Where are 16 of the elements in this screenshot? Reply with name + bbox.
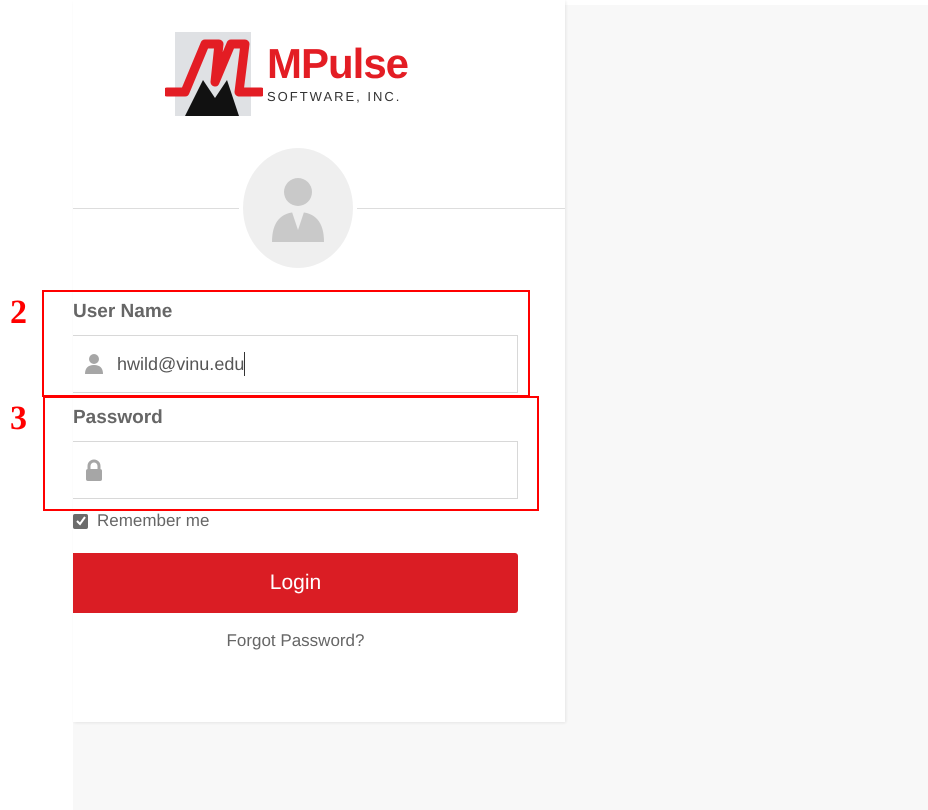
username-field[interactable]: hwild@vinu.edu	[73, 335, 518, 393]
field-label: User Name	[73, 301, 172, 323]
callout-number: 2	[10, 296, 27, 330]
logo-tagline: SOFTWARE, INC.	[267, 89, 402, 104]
callout-number: 3	[10, 402, 27, 436]
user-icon	[85, 354, 103, 374]
lock-icon	[85, 459, 103, 481]
pulse-logo-icon	[165, 32, 263, 116]
password-field[interactable]	[73, 441, 518, 499]
login-button[interactable]: Login	[73, 553, 518, 613]
field-label: Password	[73, 407, 163, 429]
logo-wordmark: MPulse	[267, 43, 408, 85]
remember-checkbox[interactable]	[73, 514, 88, 528]
field-value: hwild@vinu.edu	[117, 354, 244, 374]
remember-label: Remember me	[97, 511, 210, 531]
forgot-password-link[interactable]: Forgot Password?	[226, 631, 364, 651]
